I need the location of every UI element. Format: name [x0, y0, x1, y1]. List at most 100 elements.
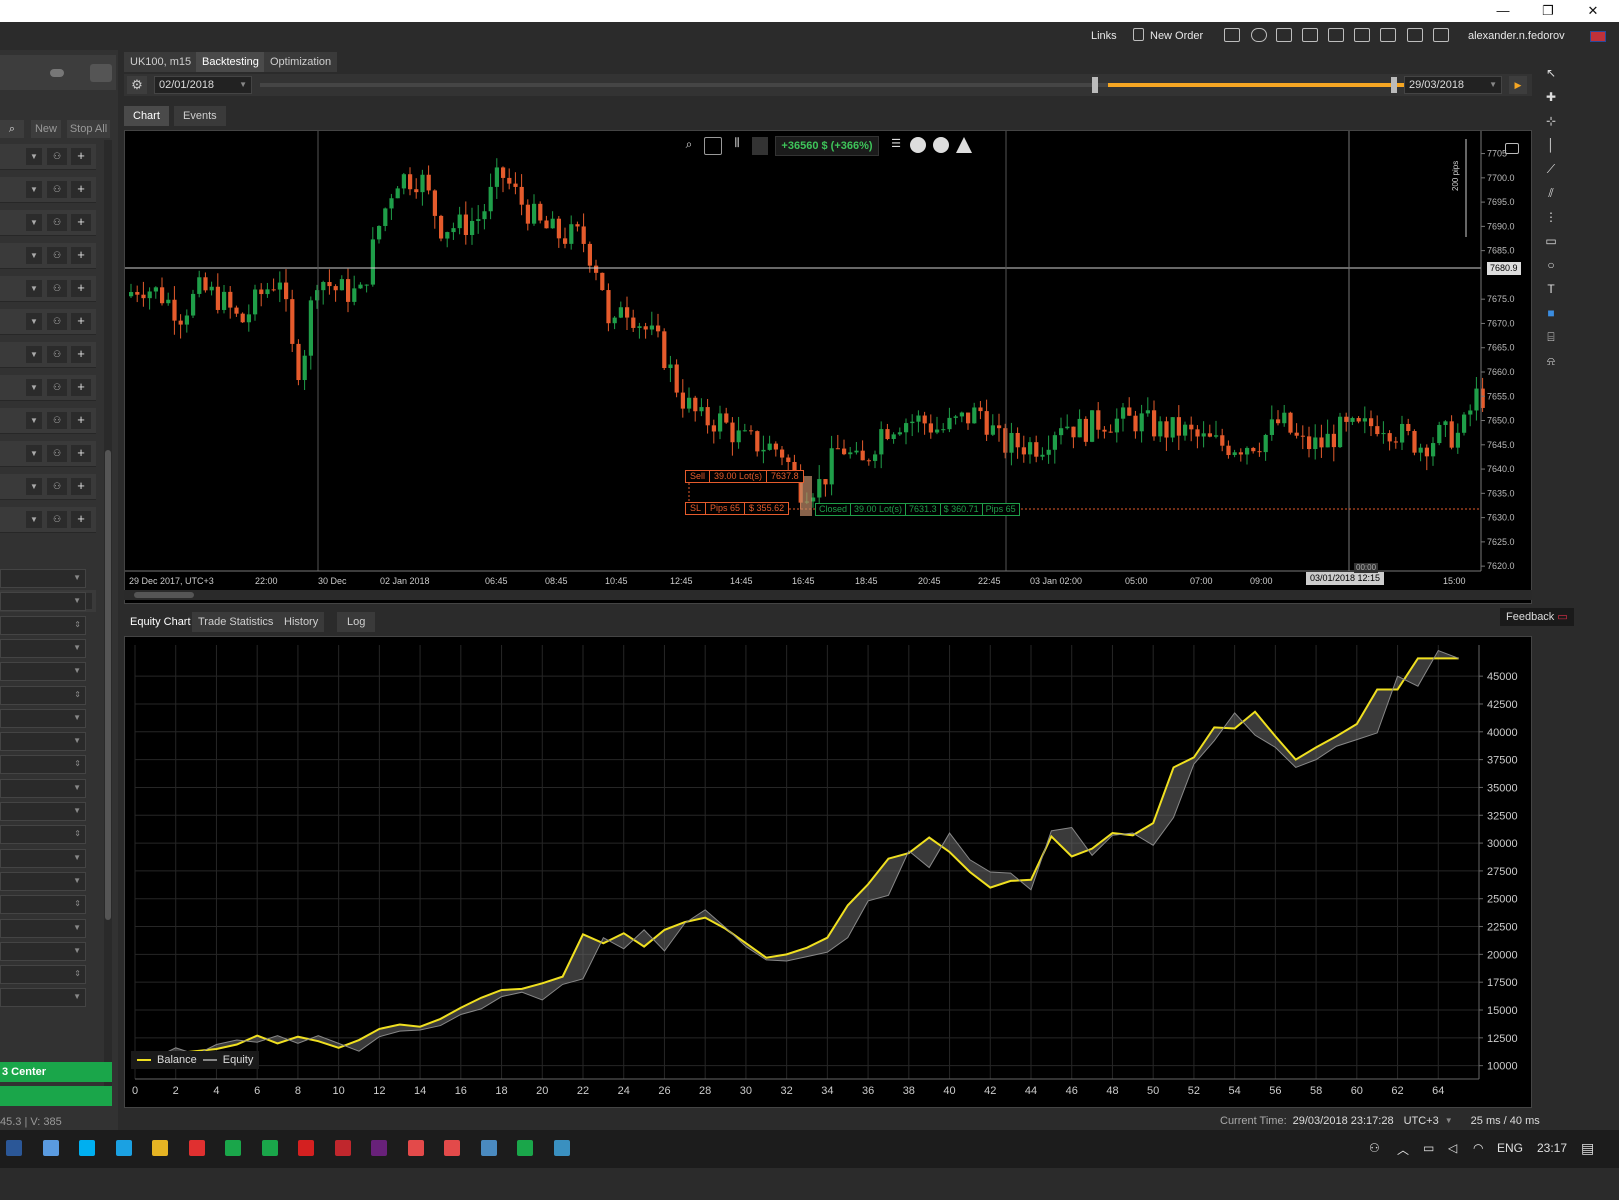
chevron-down-icon[interactable]: ▼ [26, 379, 42, 396]
parameter-field[interactable]: ▼ [0, 732, 86, 752]
equity-chart[interactable]: 0 2 4 6 8 10 12 14 16 18 20 22 24 26 28 30 32 34 36 38 40 42 4… [124, 636, 1532, 1108]
settings-icon[interactable] [1302, 28, 1318, 42]
pattern-icon[interactable]: ⋮ [1542, 208, 1560, 226]
robot-row[interactable]: ▼ ⚇ + [0, 144, 96, 170]
ctrader-icon[interactable] [261, 1140, 278, 1156]
chart-scroll-thumb[interactable] [134, 592, 194, 598]
cursor-icon[interactable]: ↖ [1542, 64, 1560, 82]
parameter-field[interactable]: ▼ [0, 988, 86, 1008]
parameter-field[interactable]: ▼ [0, 708, 86, 728]
volume-icon[interactable]: ◁ [1448, 1141, 1457, 1155]
visual-studio-icon[interactable] [371, 1140, 387, 1156]
zoom-area-icon[interactable]: ⊹ [1542, 112, 1560, 130]
tab-history[interactable]: History [278, 612, 325, 632]
center-button[interactable]: 3 Center [0, 1062, 112, 1082]
parameter-field[interactable]: ⇕ [0, 965, 86, 985]
stop-all-button[interactable]: Stop All [67, 120, 110, 138]
chevron-down-icon[interactable]: ▼ [26, 214, 42, 231]
sell-order-label[interactable]: Sell 39.00 Lot(s) 7637.8 [685, 470, 804, 483]
robot-row[interactable]: ▼ ⚇ + [0, 177, 96, 203]
notifications-icon[interactable]: ▤ [1581, 1140, 1594, 1157]
explorer-icon[interactable] [115, 1140, 132, 1156]
info-icon[interactable] [910, 137, 926, 153]
kraken-icon[interactable] [553, 1140, 570, 1156]
left-scrollbar[interactable] [104, 140, 112, 1100]
add-instance-button[interactable]: + [71, 148, 91, 165]
restore-button[interactable]: ❐ [1528, 2, 1568, 20]
list-icon[interactable]: ☰ [887, 137, 905, 155]
fxpro-icon[interactable] [298, 1140, 314, 1156]
calculator-icon[interactable] [1328, 28, 1344, 42]
chart-scrollbar[interactable] [124, 590, 1532, 600]
add-instance-button[interactable]: + [71, 412, 91, 429]
text-icon[interactable]: T [1542, 280, 1560, 298]
filezilla-icon[interactable] [334, 1140, 351, 1156]
zoom-icon[interactable]: ⌕ [680, 137, 698, 155]
timeframe-icon[interactable] [752, 137, 768, 155]
gear-icon[interactable]: ⚙ [127, 76, 147, 94]
robot-row[interactable]: ▼ ⚇ + [0, 210, 96, 236]
instances-icon[interactable]: ⚇ [47, 412, 67, 429]
parameter-field[interactable]: ▼ [0, 638, 86, 658]
instances-icon[interactable]: ⚇ [47, 445, 67, 462]
parameter-field[interactable]: ⇕ [0, 685, 86, 705]
ctrader-icon[interactable] [225, 1140, 241, 1156]
ig-icon[interactable] [188, 1140, 205, 1156]
tab-symbol[interactable]: UK100, m15 [124, 52, 198, 72]
timezone-select[interactable]: UTC+3 [1404, 1113, 1439, 1129]
parameter-field[interactable]: ⇕ [0, 895, 86, 915]
play-backtest-button[interactable]: ▶ [1509, 76, 1527, 94]
app-icon[interactable] [444, 1140, 460, 1156]
ctrader-active-icon[interactable] [480, 1140, 497, 1156]
color-icon[interactable]: ■ [1542, 304, 1560, 322]
chevron-down-icon[interactable]: ▼ [26, 478, 42, 495]
user-account-button[interactable]: alexander.n.fedorov [1468, 30, 1565, 42]
sound-icon[interactable] [1380, 28, 1396, 42]
mail-icon[interactable] [1354, 28, 1370, 42]
robot-row[interactable]: ▼ ⚇ + [0, 342, 96, 368]
parameter-field[interactable]: ⇕ [0, 825, 86, 845]
add-instance-button[interactable]: + [71, 214, 91, 231]
battery-icon[interactable]: ▭ [1423, 1141, 1434, 1155]
sync-icon[interactable] [1251, 28, 1267, 42]
robot-row[interactable]: ▼ ⚇ + [0, 243, 96, 269]
notepad-icon[interactable] [42, 1140, 59, 1156]
ctrader-icon[interactable] [517, 1140, 533, 1156]
crosshair-icon[interactable]: ✚ [1542, 88, 1560, 106]
tab-optimization[interactable]: Optimization [264, 52, 338, 72]
add-instance-button[interactable]: + [71, 478, 91, 495]
closed-trade-label[interactable]: Closed 39.00 Lot(s) 7631.3 $ 360.71 Pips… [815, 503, 1020, 516]
instances-icon[interactable]: ⚇ [47, 280, 67, 297]
parameter-field[interactable]: ▼ [0, 848, 86, 868]
video-icon[interactable] [1224, 28, 1240, 42]
chevron-down-icon[interactable]: ▼ [26, 247, 42, 264]
add-instance-button[interactable]: + [71, 511, 91, 528]
chevron-down-icon[interactable]: ▼ [26, 181, 42, 198]
instances-icon[interactable]: ⚇ [47, 181, 67, 198]
chevron-up-icon[interactable]: ︿ [1397, 1141, 1409, 1158]
robot-row[interactable]: ▼ ⚇ + [0, 309, 96, 335]
add-instance-button[interactable]: + [71, 247, 91, 264]
skype-icon[interactable] [79, 1140, 95, 1156]
people-icon[interactable]: ⚇ [1369, 1141, 1380, 1155]
chevron-down-icon[interactable]: ▼ [26, 511, 42, 528]
search-icon[interactable]: ⌕ [0, 120, 24, 138]
close-button[interactable]: ✕ [1573, 2, 1613, 20]
instances-icon[interactable]: ⚇ [47, 346, 67, 363]
end-date-select[interactable]: 29/03/2018 ▼ [1404, 76, 1502, 94]
instances-icon[interactable]: ⚇ [47, 214, 67, 231]
tools-icon[interactable] [1276, 28, 1292, 42]
add-instance-button[interactable]: + [71, 445, 91, 462]
parameter-field[interactable]: ▼ [0, 662, 86, 682]
camera-icon[interactable] [1505, 143, 1519, 154]
instances-icon[interactable]: ⚇ [47, 148, 67, 165]
ellipse-icon[interactable]: ○ [1542, 256, 1560, 274]
layout-icon[interactable] [1407, 28, 1423, 42]
stop-loss-label[interactable]: SL Pips 65 $ 355.62 [685, 502, 790, 515]
robot-row[interactable]: ▼ ⚇ + [0, 441, 96, 467]
range-track[interactable] [260, 83, 1407, 87]
robot-row[interactable]: ▼ ⚇ + [0, 507, 96, 533]
parameter-field[interactable]: ▼ [0, 802, 86, 821]
fullscreen-icon[interactable] [1433, 28, 1449, 42]
chevron-down-icon[interactable]: ▼ [26, 346, 42, 363]
